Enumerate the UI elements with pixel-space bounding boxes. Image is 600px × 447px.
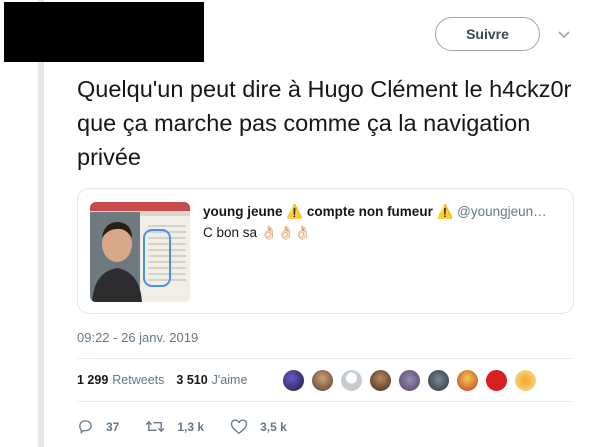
quoted-author-name[interactable]: young jeune ⚠️ compte non fumeur ⚠️	[203, 204, 453, 219]
quoted-tweet-image[interactable]	[90, 202, 190, 302]
retweet-count: 1,3 k	[177, 419, 205, 434]
like-count: 3,5 k	[260, 419, 287, 434]
quoted-author-handle[interactable]: @youngjeun…	[457, 204, 547, 219]
tweet-text: Quelqu'un peut dire à Hugo Clément le h4…	[77, 76, 572, 170]
ok-hand-emojis: 👌🏻👌🏻👌🏻	[260, 225, 312, 240]
reply-count: 37	[106, 419, 120, 434]
likes-count[interactable]: 3 510	[176, 373, 207, 387]
tweet-timestamp[interactable]: 09:22 - 26 janv. 2019	[77, 330, 198, 345]
avatar[interactable]	[311, 369, 334, 392]
heart-icon	[230, 419, 248, 434]
liker-avatars	[282, 369, 543, 393]
avatar[interactable]	[398, 369, 421, 392]
avatar[interactable]	[340, 369, 363, 392]
retweets-label[interactable]: Retweets	[112, 373, 164, 387]
avatar[interactable]	[514, 369, 537, 392]
chevron-down-icon[interactable]	[556, 26, 572, 42]
retweets-count[interactable]: 1 299	[77, 373, 108, 387]
avatar[interactable]	[282, 369, 305, 392]
tweet-actions: 37 1,3 k 3,5 k	[77, 418, 313, 435]
avatar[interactable]	[427, 369, 450, 392]
quoted-tweet-header: young jeune ⚠️ compte non fumeur ⚠️ @you…	[203, 204, 568, 220]
likes-label[interactable]: J'aime	[212, 373, 248, 387]
divider	[77, 401, 574, 402]
retweet-button[interactable]: 1,3 k	[145, 418, 230, 435]
quoted-tweet-text: C bon sa 👌🏻👌🏻👌🏻	[203, 225, 311, 241]
follow-button[interactable]: Suivre	[435, 17, 540, 51]
redacted-author-block	[4, 2, 204, 62]
reply-icon	[79, 420, 92, 434]
quoted-text: C bon sa	[203, 225, 258, 240]
avatar[interactable]	[456, 369, 479, 392]
divider	[77, 358, 574, 359]
avatar[interactable]	[485, 369, 508, 392]
reply-button[interactable]: 37	[77, 418, 145, 435]
left-thread-rule	[38, 0, 44, 447]
quoted-tweet-card[interactable]: young jeune ⚠️ compte non fumeur ⚠️ @you…	[77, 188, 574, 314]
avatar[interactable]	[369, 369, 392, 392]
retweet-icon	[146, 420, 165, 433]
tweet-stats: 1 299 Retweets 3 510 J'aime	[77, 373, 247, 387]
like-button[interactable]: 3,5 k	[230, 418, 313, 435]
